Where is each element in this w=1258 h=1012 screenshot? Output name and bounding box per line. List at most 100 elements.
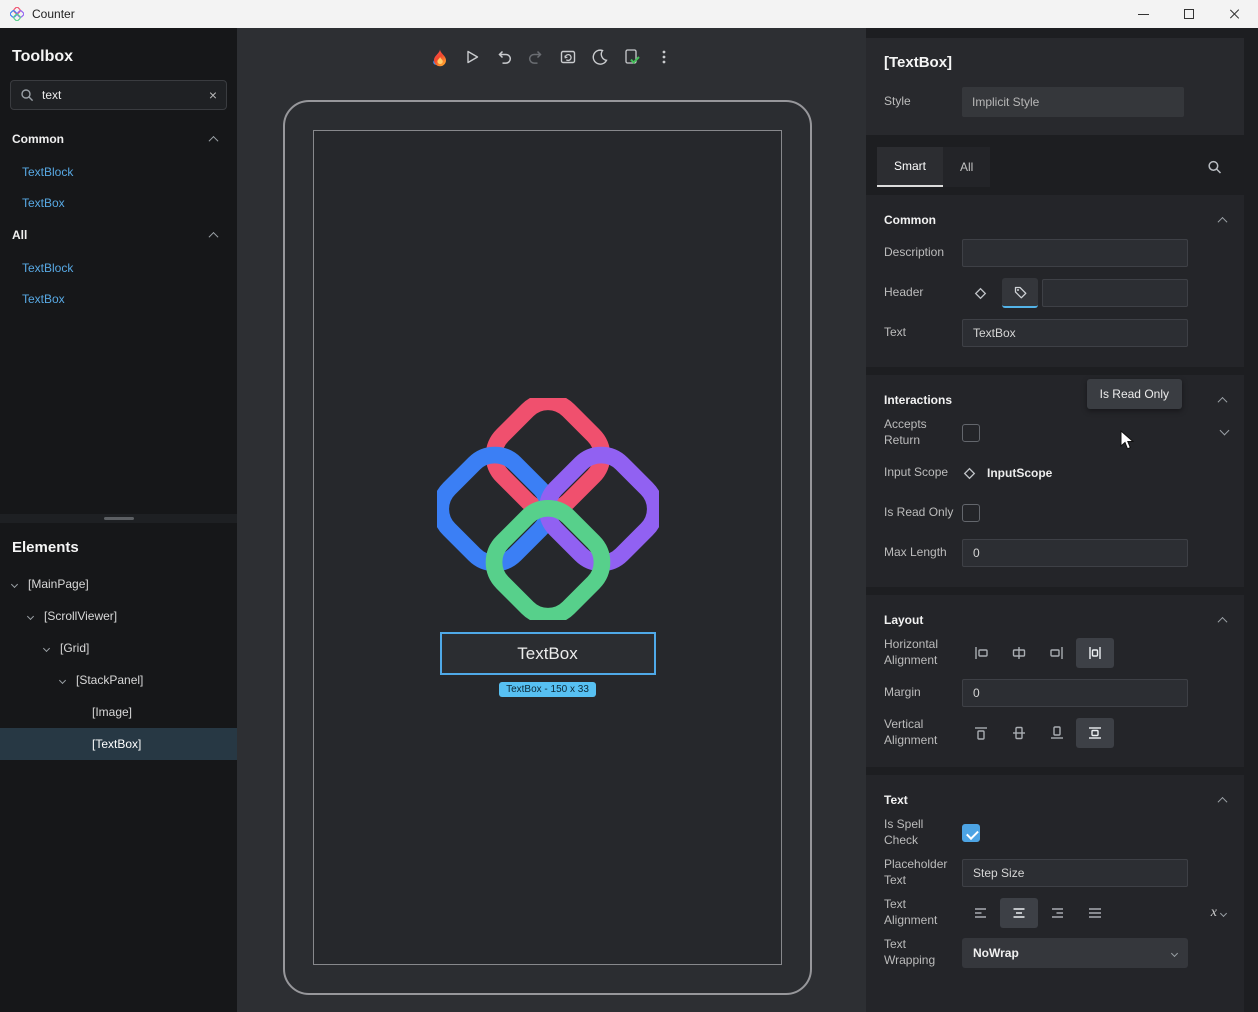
- input-scope-value[interactable]: InputScope: [987, 466, 1052, 480]
- properties-search-icon[interactable]: [1207, 160, 1222, 175]
- section-title: Common: [884, 213, 936, 227]
- h-align-right-button[interactable]: [1038, 638, 1076, 668]
- toolbox-item-textblock[interactable]: TextBlock: [0, 252, 237, 283]
- elements-title: Elements: [0, 523, 237, 568]
- property-row-accepts-return: Accepts Return: [884, 413, 1226, 453]
- section-common: Common Description Header: [866, 195, 1244, 367]
- align-bottom-icon: [1049, 725, 1065, 741]
- section-layout: Layout Horizontal Alignment: [866, 595, 1244, 767]
- chevron-up-icon: [209, 135, 219, 145]
- tree-item-mainpage[interactable]: [MainPage]: [0, 568, 237, 600]
- redo-icon: [527, 48, 545, 66]
- chevron-down-icon[interactable]: [26, 612, 33, 619]
- chevron-down-icon[interactable]: [58, 676, 65, 683]
- changes-check-icon: [623, 48, 641, 66]
- chevron-up-icon[interactable]: [1218, 796, 1228, 806]
- text-wrapping-value: NoWrap: [973, 946, 1019, 960]
- text-align-center-button[interactable]: [1000, 898, 1038, 928]
- style-input[interactable]: [962, 87, 1184, 117]
- property-row-description: Description: [884, 233, 1226, 273]
- chevron-up-icon[interactable]: [1218, 616, 1228, 626]
- redo-button[interactable]: [523, 44, 549, 70]
- section-title: Text: [884, 793, 908, 807]
- text-align-right-button[interactable]: [1038, 898, 1076, 928]
- app-logo-image[interactable]: [437, 398, 659, 620]
- chevron-down-icon[interactable]: [10, 580, 17, 587]
- header-binding-button[interactable]: [962, 278, 998, 308]
- reload-view-button[interactable]: [555, 44, 581, 70]
- margin-input[interactable]: [962, 679, 1188, 707]
- property-row-is-read-only: Is Read Only: [884, 493, 1226, 533]
- design-canvas: TextBox TextBox - 150 x 33: [237, 28, 866, 1012]
- text-alignment-group: [962, 898, 1114, 928]
- chevron-down-icon: [1220, 909, 1227, 916]
- confirm-changes-button[interactable]: [619, 44, 645, 70]
- toolbox-group-all[interactable]: All: [0, 218, 237, 252]
- tree-item-stackpanel[interactable]: [StackPanel]: [0, 664, 237, 696]
- toolbox-search-input[interactable]: [42, 88, 201, 102]
- property-row-header: Header: [884, 273, 1226, 313]
- tab-all[interactable]: All: [943, 147, 990, 187]
- panel-splitter[interactable]: [0, 514, 237, 523]
- chevron-up-icon[interactable]: [1218, 396, 1228, 406]
- v-align-center-button[interactable]: [1000, 718, 1038, 748]
- is-spell-check-checkbox[interactable]: [962, 824, 980, 842]
- chevron-up-icon[interactable]: [1218, 216, 1228, 226]
- maximize-button[interactable]: [1166, 0, 1212, 28]
- more-properties-chevron-icon[interactable]: [1221, 423, 1228, 437]
- h-align-left-button[interactable]: [962, 638, 1000, 668]
- theme-toggle-button[interactable]: [587, 44, 613, 70]
- clear-search-icon[interactable]: ×: [209, 88, 217, 102]
- hot-reload-button[interactable]: [427, 44, 453, 70]
- text-align-left-button[interactable]: [962, 898, 1000, 928]
- properties-panel: [TextBox] Style Smart All Common Descrip…: [866, 28, 1258, 1012]
- header-literal-button[interactable]: [1002, 278, 1038, 308]
- more-options-button[interactable]: [651, 44, 677, 70]
- tree-item-scrollviewer[interactable]: [ScrollViewer]: [0, 600, 237, 632]
- tree-item-textbox[interactable]: [TextBox]: [0, 728, 237, 760]
- h-align-stretch-button[interactable]: [1076, 638, 1114, 668]
- window-title: Counter: [32, 7, 75, 21]
- element-tree: [MainPage] [ScrollViewer] [Grid] [StackP…: [0, 568, 237, 760]
- tree-item-image[interactable]: [Image]: [0, 696, 237, 728]
- toolbox-item-textbox[interactable]: TextBox: [0, 187, 237, 218]
- text-input[interactable]: [962, 319, 1188, 347]
- textbox-text: TextBox: [517, 644, 577, 664]
- v-align-top-button[interactable]: [962, 718, 1000, 748]
- binding-icon: [962, 466, 977, 481]
- align-middle-icon: [1011, 725, 1027, 741]
- h-align-center-button[interactable]: [1000, 638, 1038, 668]
- v-align-stretch-button[interactable]: [1076, 718, 1114, 748]
- max-length-input[interactable]: [962, 539, 1188, 567]
- placeholder-text-input[interactable]: [962, 859, 1188, 887]
- minimize-button[interactable]: [1120, 0, 1166, 28]
- property-row-vertical-alignment: Vertical Alignment: [884, 713, 1226, 753]
- selected-textbox[interactable]: TextBox: [440, 632, 656, 675]
- close-icon: [1229, 8, 1241, 20]
- property-row-input-scope: Input Scope InputScope: [884, 453, 1226, 493]
- play-button[interactable]: [459, 44, 485, 70]
- horizontal-alignment-group: [962, 638, 1114, 668]
- toolbox-item-textbox[interactable]: TextBox: [0, 283, 237, 314]
- text-align-left-icon: [973, 905, 989, 921]
- tab-smart[interactable]: Smart: [877, 147, 943, 187]
- v-align-bottom-button[interactable]: [1038, 718, 1076, 748]
- description-input[interactable]: [962, 239, 1188, 267]
- align-top-icon: [973, 725, 989, 741]
- accepts-return-checkbox[interactable]: [962, 424, 980, 442]
- tree-item-grid[interactable]: [Grid]: [0, 632, 237, 664]
- text-wrapping-select[interactable]: NoWrap: [962, 938, 1188, 968]
- close-button[interactable]: [1212, 0, 1258, 28]
- toolbox-item-textblock[interactable]: TextBlock: [0, 156, 237, 187]
- minimize-icon: [1138, 14, 1149, 15]
- chevron-up-icon: [209, 231, 219, 241]
- window-controls: [1120, 0, 1258, 28]
- text-casing-dropdown[interactable]: x: [1211, 905, 1226, 921]
- is-read-only-checkbox[interactable]: [962, 504, 980, 522]
- theme-toggle-icon: [591, 48, 609, 66]
- undo-button[interactable]: [491, 44, 517, 70]
- header-input[interactable]: [1042, 279, 1188, 307]
- chevron-down-icon[interactable]: [42, 644, 49, 651]
- text-align-justify-button[interactable]: [1076, 898, 1114, 928]
- toolbox-group-common[interactable]: Common: [0, 122, 237, 156]
